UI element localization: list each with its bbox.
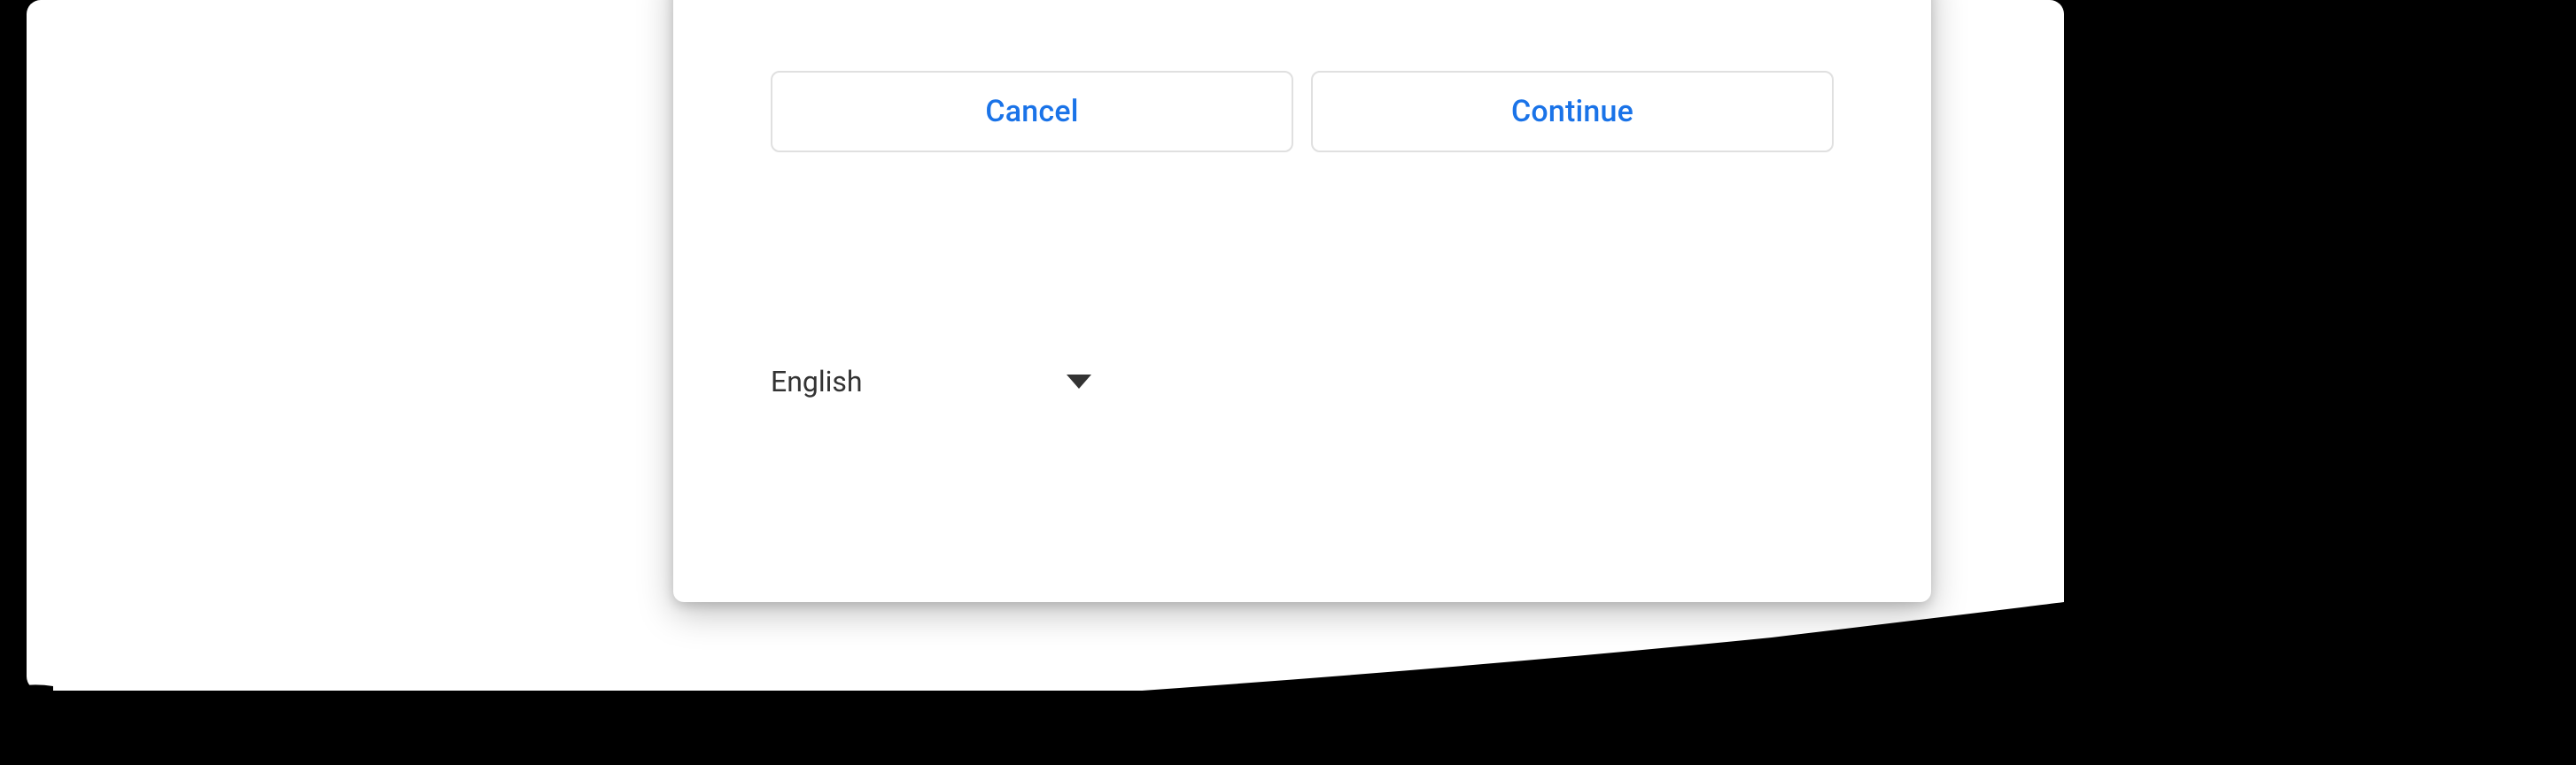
continue-button-label: Continue — [1511, 94, 1633, 129]
button-row: Cancel Continue — [771, 71, 1834, 152]
language-selected-label: English — [771, 365, 863, 398]
language-selector[interactable]: English — [771, 354, 1091, 409]
cancel-button-label: Cancel — [985, 94, 1078, 129]
cancel-button[interactable]: Cancel — [771, 71, 1293, 152]
dialog-card: Cancel Continue English — [673, 0, 1931, 602]
chevron-down-icon — [1067, 375, 1091, 389]
continue-button[interactable]: Continue — [1311, 71, 1834, 152]
